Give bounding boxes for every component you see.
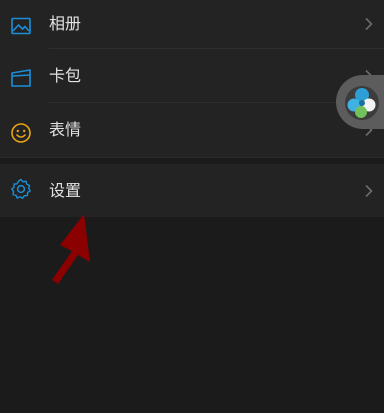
menu-item-album[interactable]: 相册 [0,0,384,53]
menu-item-card-wallet[interactable]: 卡包 [0,52,384,105]
assistant-app-icon [342,83,382,123]
gear-icon [9,177,33,201]
chevron-right-icon [362,183,376,198]
menu-item-label: 表情 [49,120,82,139]
menu-item-label: 相册 [49,14,82,33]
divider [49,102,384,103]
divider [49,48,384,49]
menu-item-label: 卡包 [49,66,82,85]
smiley-icon [9,121,33,145]
annotation-arrow-icon [46,210,94,288]
chevron-right-icon [362,16,376,31]
section-divider [0,157,384,164]
image-icon [9,15,33,39]
menu-group-top: 相册 卡包 表情 [0,0,384,157]
menu-item-stickers[interactable]: 表情 [0,106,384,159]
card-wallet-icon [9,67,33,91]
floating-assistant-ball[interactable] [336,75,384,129]
